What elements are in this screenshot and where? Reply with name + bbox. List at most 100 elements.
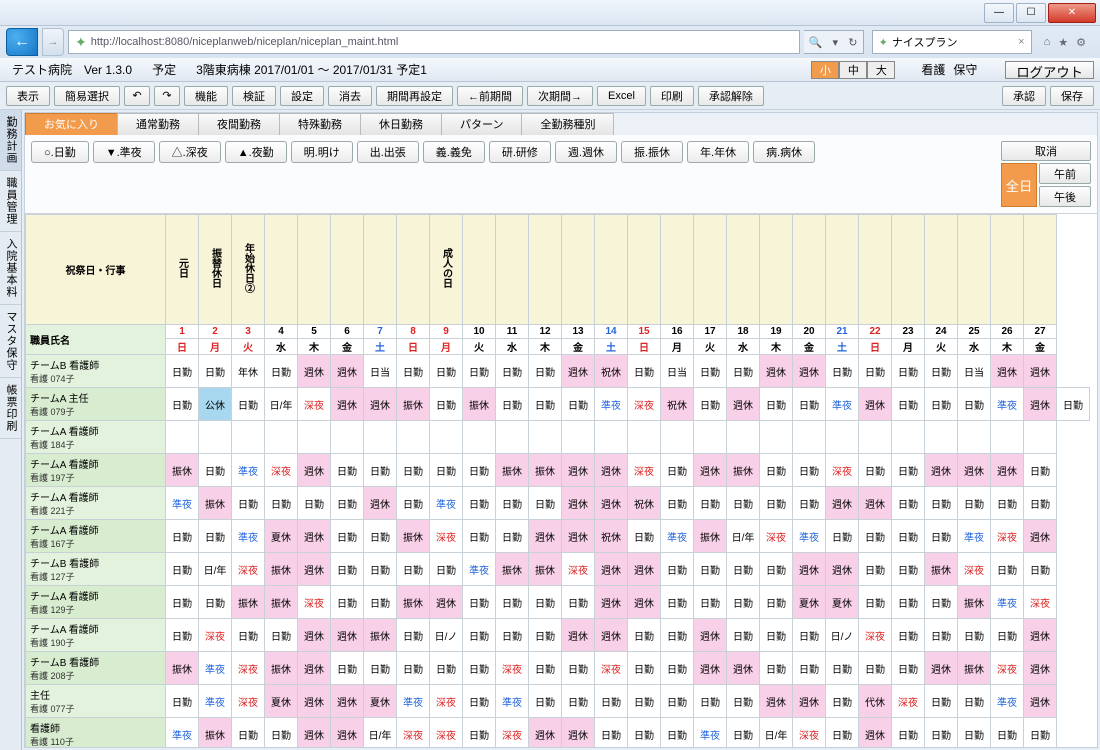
shift-cell[interactable]: 日勤 xyxy=(166,388,199,421)
shift-cell[interactable]: 日勤 xyxy=(991,553,1024,586)
shift-cell[interactable]: 深夜 xyxy=(760,520,793,553)
shift-cell[interactable]: 準夜 xyxy=(199,652,232,685)
shift-cell[interactable]: 週休 xyxy=(298,553,331,586)
shift-type-button[interactable]: ▲.夜勤 xyxy=(225,141,287,163)
shift-cell[interactable]: 深夜 xyxy=(892,685,925,718)
shift-cell[interactable] xyxy=(595,421,628,454)
easy-select-button[interactable]: 簡易選択 xyxy=(54,86,120,106)
filter-tab[interactable]: パターン xyxy=(441,113,522,135)
shift-cell[interactable]: 代休 xyxy=(859,685,892,718)
staff-name-cell[interactable]: チームA 看護師看護 184子 xyxy=(26,421,166,454)
shift-cell[interactable]: 深夜 xyxy=(232,553,265,586)
shift-cell[interactable]: 日勤 xyxy=(826,652,859,685)
shift-cell[interactable]: 日勤 xyxy=(892,553,925,586)
shift-cell[interactable]: 日勤 xyxy=(925,388,958,421)
shift-cell[interactable]: 振休 xyxy=(199,718,232,748)
shift-cell[interactable]: 日勤 xyxy=(760,619,793,652)
shift-cell[interactable]: 週休 xyxy=(529,520,562,553)
shift-cell[interactable]: 日勤 xyxy=(628,685,661,718)
shift-cell[interactable]: 日勤 xyxy=(397,454,430,487)
browser-tab[interactable]: ✦ ナイスプラン × xyxy=(872,30,1032,54)
shift-cell[interactable]: 準夜 xyxy=(397,685,430,718)
shift-cell[interactable]: 日勤 xyxy=(727,553,760,586)
shift-cell[interactable]: 週休 xyxy=(562,619,595,652)
shift-cell[interactable]: 週休 xyxy=(595,454,628,487)
shift-cell[interactable]: 日勤 xyxy=(265,718,298,748)
shift-cell[interactable]: 週休 xyxy=(760,685,793,718)
shift-cell[interactable]: 深夜 xyxy=(232,652,265,685)
shift-cell[interactable]: 日勤 xyxy=(232,487,265,520)
shift-cell[interactable]: 日勤 xyxy=(661,652,694,685)
shift-cell[interactable]: 日勤 xyxy=(265,619,298,652)
shift-cell[interactable]: 日勤 xyxy=(661,619,694,652)
shift-cell[interactable]: 夏休 xyxy=(793,586,826,619)
shift-cell[interactable]: 準夜 xyxy=(694,718,727,748)
shift-cell[interactable]: 週休 xyxy=(298,652,331,685)
shift-cell[interactable]: 週休 xyxy=(628,553,661,586)
shift-type-button[interactable]: ▼.準夜 xyxy=(93,141,155,163)
shift-cell[interactable]: 日勤 xyxy=(628,355,661,388)
shift-cell[interactable]: 日勤 xyxy=(463,718,496,748)
shift-cell[interactable]: 日勤 xyxy=(958,388,991,421)
side-nav-item[interactable]: 勤務計画 xyxy=(0,110,21,171)
shift-cell[interactable]: 日勤 xyxy=(430,553,463,586)
function-button[interactable]: 機能 xyxy=(184,86,228,106)
shift-cell[interactable]: 振休 xyxy=(265,652,298,685)
shift-cell[interactable]: 振休 xyxy=(958,652,991,685)
shift-cell[interactable]: 週休 xyxy=(595,553,628,586)
shift-cell[interactable]: 週休 xyxy=(331,388,364,421)
staff-name-cell[interactable]: チームB 看護師看護 127子 xyxy=(26,553,166,586)
shift-cell[interactable]: 夏休 xyxy=(826,586,859,619)
shift-cell[interactable]: 日勤 xyxy=(265,355,298,388)
shift-cell[interactable] xyxy=(991,421,1024,454)
shift-cell[interactable] xyxy=(793,421,826,454)
shift-cell[interactable]: 日/年 xyxy=(199,553,232,586)
staff-name-cell[interactable]: 看護師看護 110子 xyxy=(26,718,166,748)
shift-cell[interactable]: 日勤 xyxy=(430,355,463,388)
shift-cell[interactable]: 日勤 xyxy=(430,388,463,421)
side-nav-item[interactable]: マスタ保守 xyxy=(0,305,21,378)
period-reset-button[interactable]: 期間再設定 xyxy=(376,86,453,106)
shift-cell[interactable]: 日勤 xyxy=(331,553,364,586)
display-button[interactable]: 表示 xyxy=(6,86,50,106)
shift-cell[interactable]: 週休 xyxy=(694,619,727,652)
shift-cell[interactable]: 日勤 xyxy=(166,553,199,586)
shift-cell[interactable]: 深夜 xyxy=(265,454,298,487)
shift-cell[interactable]: 振休 xyxy=(727,454,760,487)
url-input[interactable] xyxy=(91,36,793,48)
size-medium-button[interactable]: 中 xyxy=(839,61,867,79)
shift-cell[interactable]: 日勤 xyxy=(760,454,793,487)
shift-cell[interactable]: 振休 xyxy=(529,454,562,487)
shift-cell[interactable] xyxy=(166,421,199,454)
shift-cell[interactable]: 日勤 xyxy=(232,619,265,652)
shift-cell[interactable]: 深夜 xyxy=(859,619,892,652)
shift-cell[interactable] xyxy=(826,421,859,454)
shift-cell[interactable]: 日勤 xyxy=(859,520,892,553)
shift-cell[interactable]: 日勤 xyxy=(595,685,628,718)
forward-button[interactable]: → xyxy=(42,28,64,56)
shift-cell[interactable]: 週休 xyxy=(298,355,331,388)
shift-cell[interactable]: 日勤 xyxy=(892,355,925,388)
shift-cell[interactable] xyxy=(496,421,529,454)
shift-cell[interactable]: 深夜 xyxy=(562,553,595,586)
shift-cell[interactable]: 週休 xyxy=(562,487,595,520)
shift-cell[interactable]: 日勤 xyxy=(793,454,826,487)
tab-close-icon[interactable]: × xyxy=(1018,36,1024,48)
verify-button[interactable]: 検証 xyxy=(232,86,276,106)
shift-cell[interactable]: 深夜 xyxy=(991,520,1024,553)
shift-cell[interactable]: 日勤 xyxy=(859,652,892,685)
shift-cell[interactable]: 日/年 xyxy=(760,718,793,748)
shift-cell[interactable]: 日勤 xyxy=(694,388,727,421)
shift-cell[interactable]: 日勤 xyxy=(199,586,232,619)
shift-cell[interactable]: 日勤 xyxy=(958,619,991,652)
shift-cell[interactable]: 夏休 xyxy=(364,685,397,718)
shift-cell[interactable] xyxy=(661,421,694,454)
shift-cell[interactable]: 週休 xyxy=(991,454,1024,487)
filter-tab[interactable]: 夜間勤務 xyxy=(198,113,280,135)
shift-cell[interactable]: 深夜 xyxy=(397,718,430,748)
shift-cell[interactable]: 週休 xyxy=(364,388,397,421)
shift-type-button[interactable]: 振.振休 xyxy=(621,141,683,163)
shift-cell[interactable]: 週休 xyxy=(331,685,364,718)
unapprove-button[interactable]: 承認解除 xyxy=(698,86,764,106)
shift-cell[interactable]: 週休 xyxy=(595,619,628,652)
